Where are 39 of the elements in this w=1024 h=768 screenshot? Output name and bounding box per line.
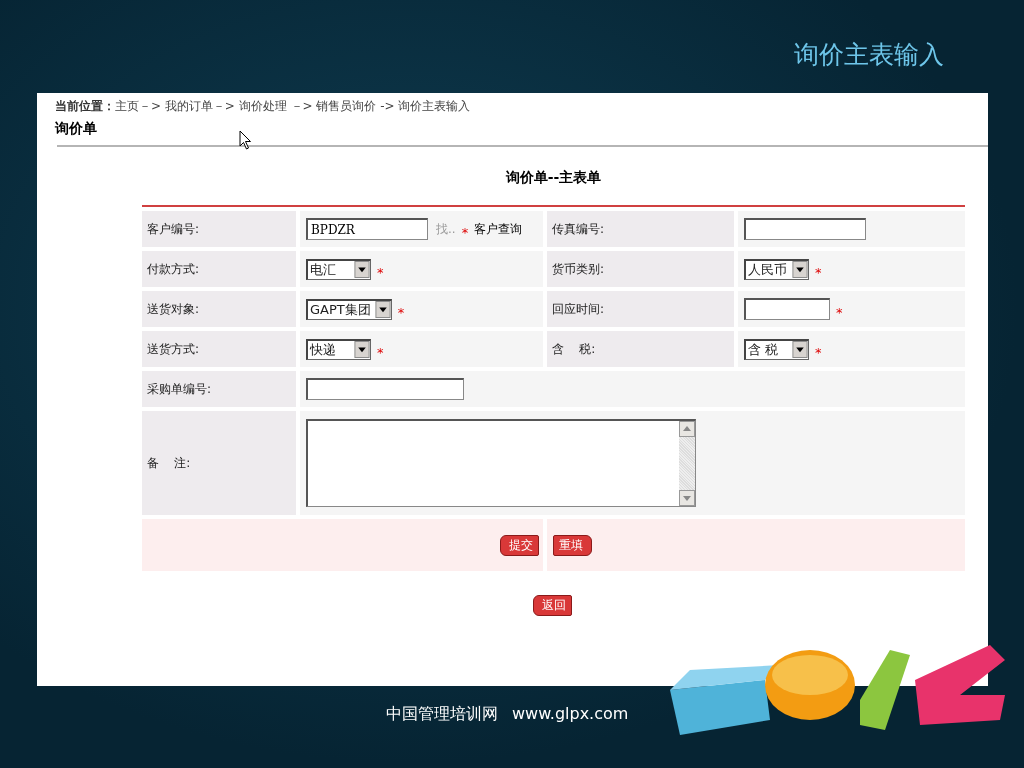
field-label: 传真编号:	[552, 220, 605, 238]
text-field[interactable]: BPDZR	[306, 218, 428, 240]
field-label: 客户编号:	[147, 220, 200, 238]
field-label: 含 税:	[552, 340, 596, 358]
slide-title: 询价主表输入	[794, 39, 944, 71]
breadcrumb-path: 主页－> 我的订单－> 询价处理 －> 销售员询价 -> 询价主表输入	[115, 99, 471, 113]
dropdown-field[interactable]: 电汇	[306, 258, 371, 280]
back-button[interactable]: 返回	[533, 595, 572, 616]
field-label: 送货方式:	[147, 340, 200, 358]
text-field[interactable]	[306, 378, 464, 400]
field-label: 付款方式:	[147, 260, 200, 278]
field-label: 备 注:	[147, 454, 191, 472]
customer-lookup-link[interactable]: 客户查询	[474, 220, 523, 238]
required-mark: *	[461, 224, 469, 240]
dropdown-field[interactable]: 含 税	[744, 338, 809, 360]
dropdown-field[interactable]: 快递	[306, 338, 371, 360]
required-mark: *	[377, 264, 384, 280]
required-mark: *	[377, 344, 384, 360]
pointer-cursor-icon	[239, 130, 252, 150]
field-label: 货币类别:	[552, 260, 605, 278]
page-heading: 询价单	[54, 119, 98, 138]
required-mark: *	[836, 304, 843, 320]
text-field[interactable]	[744, 218, 866, 240]
required-mark: *	[397, 304, 405, 320]
dropdown-field[interactable]: 人民币	[744, 258, 809, 280]
reset-button[interactable]: 重填	[553, 534, 592, 556]
field-label: 送货对象:	[147, 300, 200, 318]
breadcrumb-label: 当前位置：	[55, 99, 115, 113]
required-mark: *	[815, 344, 822, 360]
submit-button[interactable]: 提交	[500, 534, 539, 556]
textarea-field[interactable]	[306, 419, 696, 507]
text-field[interactable]	[744, 298, 830, 320]
field-label: 采购单编号:	[147, 380, 212, 398]
footer-site-name: 中国管理培训网	[386, 704, 498, 725]
form-title: 询价单--主表单	[504, 169, 603, 187]
field-label: 回应时间:	[552, 300, 605, 318]
required-mark: *	[815, 264, 822, 280]
footer-url: www.glpx.com	[512, 704, 629, 725]
dropdown-field[interactable]: GAPT集团	[306, 298, 392, 320]
